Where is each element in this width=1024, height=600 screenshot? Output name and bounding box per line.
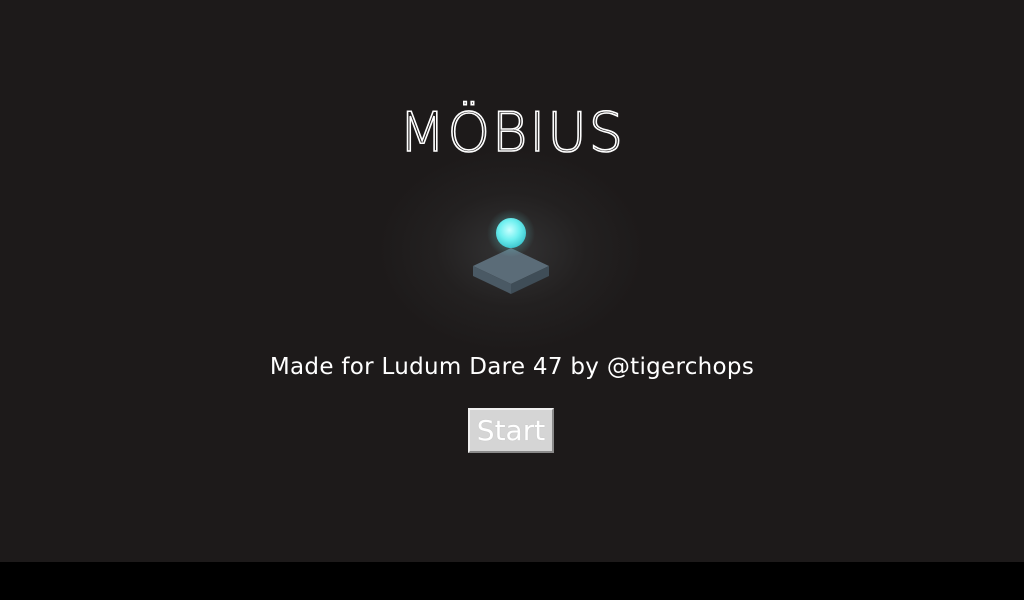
glowing-orb-on-platform-icon xyxy=(473,209,549,294)
game-title: MÖBIUS xyxy=(399,101,625,157)
game-screen: MÖBIUS Made for Ludum Dare 47 by @tigerc… xyxy=(0,0,1024,562)
letterbox-bar xyxy=(0,562,1024,600)
game-logo: MÖBIUS xyxy=(398,100,625,157)
start-button[interactable]: Start xyxy=(468,408,554,453)
orb xyxy=(496,218,526,248)
credit-text: Made for Ludum Dare 47 by @tigerchops xyxy=(269,354,755,380)
